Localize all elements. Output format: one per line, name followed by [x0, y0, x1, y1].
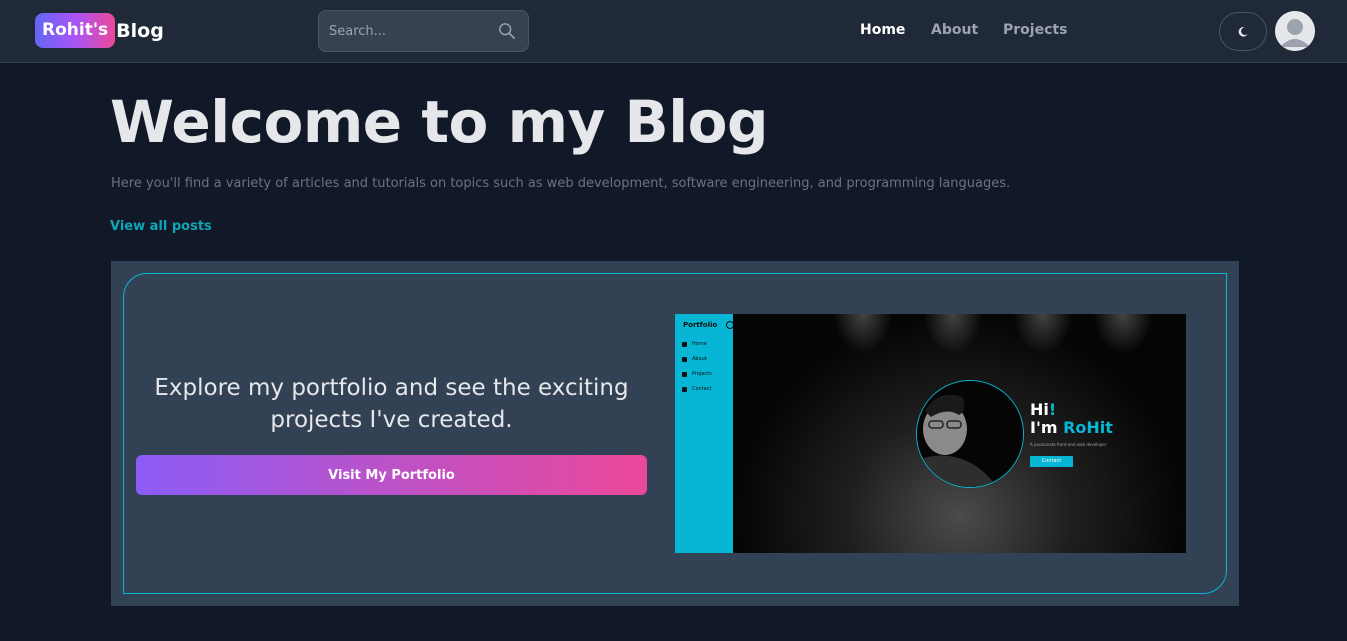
preview-stage: Hi! I'm RoHit A passionate front-end web…: [733, 314, 1186, 553]
visit-portfolio-button[interactable]: Visit My Portfolio: [136, 455, 647, 495]
search-icon[interactable]: [498, 22, 516, 40]
nav-link-about[interactable]: About: [931, 22, 978, 38]
search-input[interactable]: [319, 11, 489, 51]
preview-sidebar: Portfolio Home About Projects Contact: [675, 314, 734, 553]
portfolio-preview-image[interactable]: Portfolio Home About Projects Contact Hi…: [675, 314, 1186, 553]
nav-link-projects[interactable]: Projects: [1003, 22, 1067, 38]
preview-nav-item: Contact: [682, 386, 711, 392]
spotlight: [1093, 314, 1153, 354]
preview-contact-button: Contact: [1030, 456, 1073, 467]
brand-logo[interactable]: Rohit's Blog: [35, 13, 164, 48]
home-icon: [682, 341, 687, 347]
preview-nav-item: Home: [682, 341, 707, 347]
folder-icon: [682, 371, 687, 377]
user-avatar[interactable]: [1275, 11, 1315, 51]
user-avatar-icon: [1275, 11, 1315, 51]
preview-greeting: Hi!: [1030, 400, 1057, 419]
moon-icon: [1238, 26, 1248, 37]
brand-pill: Rohit's: [35, 13, 116, 48]
theme-toggle-button[interactable]: [1219, 12, 1267, 51]
user-icon: [682, 356, 687, 362]
portfolio-card-text: Explore my portfolio and see the excitin…: [154, 375, 629, 433]
nav-link-home[interactable]: Home: [860, 22, 905, 38]
search-box: [318, 10, 529, 52]
preview-nav-item: Projects: [682, 371, 712, 377]
spotlight: [1013, 314, 1073, 354]
preview-logo: Portfolio: [683, 321, 718, 329]
contact-icon: [682, 386, 687, 392]
preview-name-line: I'm RoHit: [1030, 418, 1113, 437]
preview-subtitle: A passionate front-end web developer: [1030, 442, 1107, 447]
hero-description: Here you'll find a variety of articles a…: [111, 176, 1011, 191]
brand-text: Blog: [116, 19, 164, 42]
navbar: Rohit's Blog Home About Projects: [0, 0, 1347, 63]
person-silhouette-icon: [917, 381, 1023, 487]
page-title: Welcome to my Blog: [110, 88, 768, 156]
profile-photo: [916, 380, 1024, 488]
view-all-posts-link[interactable]: View all posts: [110, 219, 212, 234]
spotlight: [923, 314, 983, 354]
spotlight: [833, 314, 893, 354]
preview-nav-item: About: [682, 356, 707, 362]
